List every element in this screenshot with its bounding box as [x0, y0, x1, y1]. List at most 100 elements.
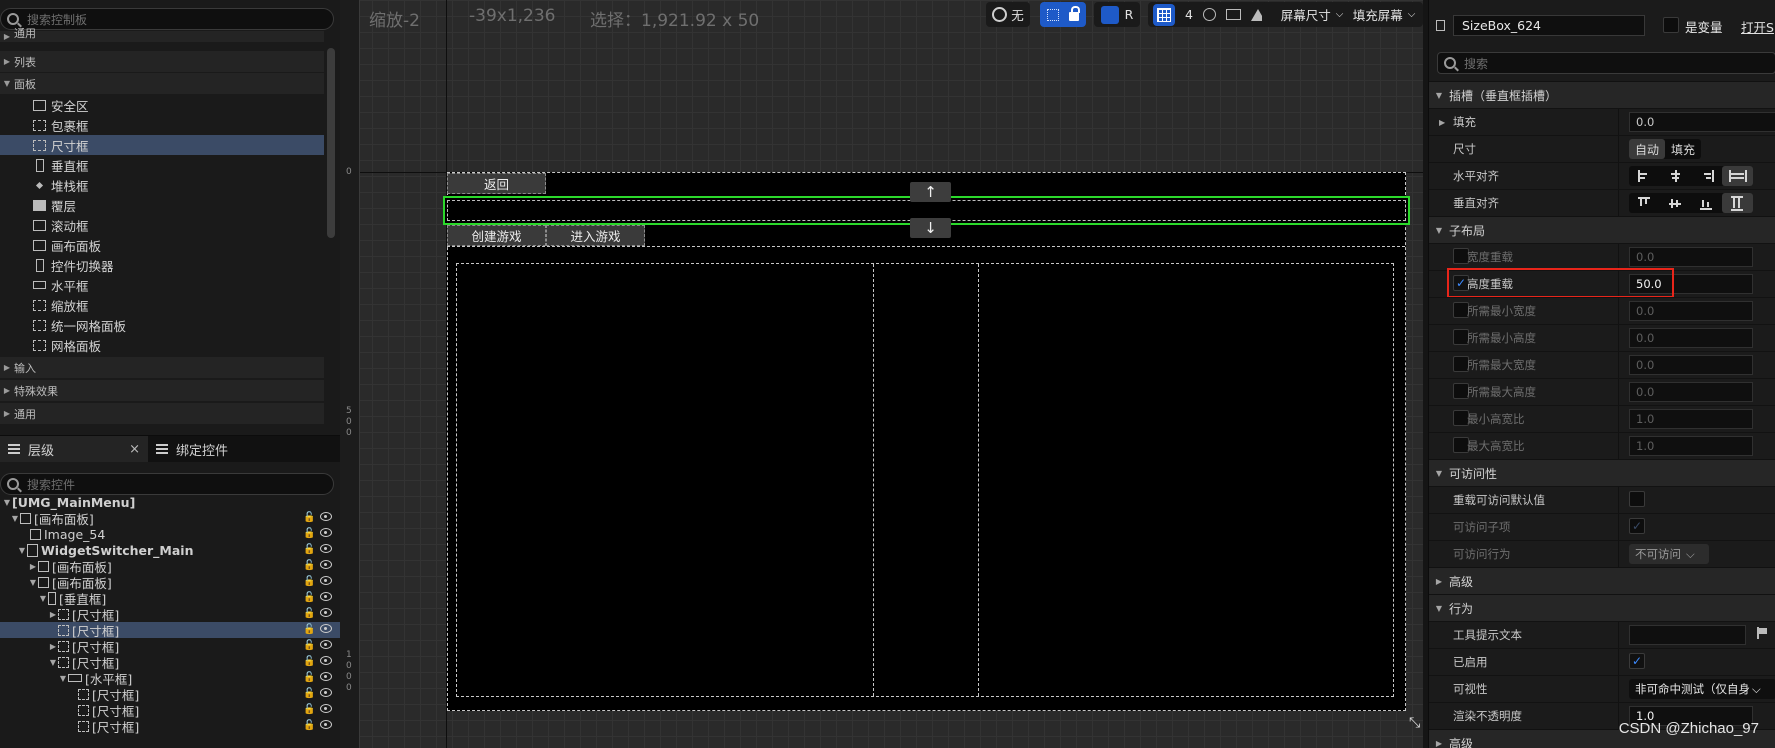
back-button[interactable]: 返回 — [447, 173, 546, 194]
valign-bottom-icon[interactable] — [1691, 193, 1722, 213]
access-children-checkbox[interactable]: ✓ — [1629, 518, 1645, 534]
category-panel[interactable]: ▼ 面板 — [0, 73, 324, 94]
fill-screen-dropdown[interactable]: 填充屏幕 ⌵ — [1345, 2, 1423, 27]
lock-icon[interactable]: 🔓 — [303, 689, 315, 699]
palette-item-scale-box[interactable]: 缩放框 — [0, 295, 324, 315]
tree-row[interactable]: ▼ [画布面板] 🔓 — [0, 574, 340, 591]
section-accessibility[interactable]: ▼ 可访问性 — [1429, 459, 1775, 486]
horizontal-box-frame[interactable] — [456, 263, 1394, 697]
section-child-layout[interactable]: ▼ 子布局 — [1429, 216, 1775, 243]
min-width-field[interactable]: 0.0 — [1629, 301, 1753, 321]
palette-scrollbar[interactable] — [327, 48, 335, 238]
section-slot[interactable]: ▼ 插槽（垂直框插槽） — [1429, 81, 1775, 108]
valign-fill-icon[interactable] — [1722, 193, 1753, 213]
size-fill-button[interactable]: 填充 — [1665, 139, 1701, 159]
lock-icon[interactable]: 🔓 — [303, 625, 315, 635]
override-access-checkbox[interactable] — [1629, 491, 1645, 507]
tree-row[interactable]: ▼ [尺寸框] 🔓 — [0, 654, 340, 671]
eye-icon[interactable] — [320, 672, 332, 681]
flag-icon[interactable] — [1757, 627, 1767, 639]
lock-icon[interactable]: 🔓 — [303, 641, 315, 651]
section-advanced[interactable]: ▶ 高级 — [1429, 567, 1775, 594]
image-icon[interactable] — [1225, 9, 1241, 20]
enabled-checkbox[interactable]: ✓ — [1629, 653, 1645, 669]
create-game-button[interactable]: 创建游戏 — [447, 225, 546, 246]
respect-locks-toggle[interactable]: R — [1094, 2, 1140, 27]
tab-hierarchy[interactable]: 层级 × — [0, 436, 148, 462]
tab-bind-widgets[interactable]: 绑定控件 — [148, 436, 236, 462]
move-up-button[interactable]: ↑ — [910, 182, 951, 202]
padding-value-field[interactable]: 0.0 — [1629, 112, 1775, 132]
eye-icon[interactable] — [320, 512, 332, 521]
close-icon[interactable]: × — [129, 442, 140, 457]
max-aspect-field[interactable]: 1.0 — [1629, 436, 1753, 456]
palette-search-input[interactable]: 搜索控制板 — [0, 8, 334, 30]
width-override-field[interactable]: 0.0 — [1629, 247, 1753, 267]
palette-item-stack-box[interactable]: 堆栈框 — [0, 175, 324, 195]
grid-snap-toggle[interactable] — [1153, 3, 1175, 26]
lock-toggle[interactable] — [1040, 2, 1086, 27]
designer-viewport[interactable]: 0 5 0 0 1 0 0 0 缩放-2 -39x1,236 选择：1,921.… — [340, 0, 1423, 748]
align-fill-icon[interactable] — [1722, 166, 1753, 186]
details-search-input[interactable]: 搜索 — [1437, 52, 1775, 74]
min-height-field[interactable]: 0.0 — [1629, 328, 1753, 348]
grid-count[interactable]: 4 — [1185, 7, 1193, 22]
category-common[interactable]: ▶ 通用 — [0, 403, 324, 424]
eye-icon[interactable] — [320, 528, 332, 537]
lock-icon[interactable]: 🔓 — [303, 657, 315, 667]
tree-row[interactable]: [尺寸框] 🔓 — [0, 718, 340, 735]
lock-icon[interactable]: 🔓 — [303, 577, 315, 587]
palette-item-uniform-grid[interactable]: 统一网格面板 — [0, 315, 324, 335]
eye-icon[interactable] — [320, 576, 332, 585]
valign-center-icon[interactable] — [1660, 193, 1691, 213]
eye-icon[interactable] — [320, 624, 332, 633]
lock-icon[interactable]: 🔓 — [303, 513, 315, 523]
outline-icon[interactable] — [1202, 8, 1216, 21]
category-common-top[interactable]: ▶ 通用 — [0, 27, 324, 42]
tree-row[interactable]: ▼ [垂直框] 🔓 — [0, 590, 340, 607]
expand-arrow-icon[interactable]: ▶ — [1439, 118, 1445, 127]
tree-row[interactable]: Image_54 🔓 — [0, 526, 340, 542]
eye-icon[interactable] — [320, 688, 332, 697]
palette-item-canvas-panel[interactable]: 画布面板 — [0, 235, 324, 255]
visibility-dropdown[interactable]: 非可命中测试（仅自身 ⌵ — [1629, 679, 1775, 699]
eye-icon[interactable] — [320, 640, 332, 649]
palette-item-horizontal-box[interactable]: 水平框 — [0, 275, 324, 295]
section-behavior[interactable]: ▼ 行为 — [1429, 594, 1775, 621]
align-right-icon[interactable] — [1691, 166, 1722, 186]
tree-row-selected[interactable]: [尺寸框] 🔓 — [0, 622, 340, 639]
eye-icon[interactable] — [320, 592, 332, 601]
category-special-effects[interactable]: ▶ 特殊效果 — [0, 380, 324, 401]
tooltip-text-field[interactable] — [1629, 625, 1746, 645]
min-aspect-field[interactable]: 1.0 — [1629, 409, 1753, 429]
max-width-field[interactable]: 0.0 — [1629, 355, 1753, 375]
align-center-icon[interactable] — [1660, 166, 1691, 186]
tree-row[interactable]: ▼ WidgetSwitcher_Main 🔓 — [0, 542, 340, 558]
eye-icon[interactable] — [320, 560, 332, 569]
eye-icon[interactable] — [320, 544, 332, 553]
lock-icon[interactable]: 🔓 — [303, 545, 315, 555]
tree-row[interactable]: ▼ [水平框] 🔓 — [0, 670, 340, 687]
max-height-field[interactable]: 0.0 — [1629, 382, 1753, 402]
lock-icon[interactable]: 🔓 — [303, 529, 315, 539]
lock-icon[interactable]: 🔓 — [303, 593, 315, 603]
eye-icon[interactable] — [320, 720, 332, 729]
palette-item-overlay[interactable]: 覆层 — [0, 195, 324, 215]
move-down-button[interactable]: ↓ — [910, 218, 951, 238]
palette-item-widget-switcher[interactable]: 控件切换器 — [0, 255, 324, 275]
resize-handle-icon[interactable]: ⤡ — [1409, 716, 1423, 730]
lock-icon[interactable]: 🔓 — [303, 673, 315, 683]
lock-icon[interactable]: 🔓 — [303, 721, 315, 731]
tree-row[interactable]: ▶ [尺寸框] 🔓 — [0, 638, 340, 655]
palette-item-vertical-box[interactable]: 垂直框 — [0, 155, 324, 175]
access-behavior-dropdown[interactable]: 不可访问 ⌵ — [1629, 544, 1709, 564]
tree-row[interactable]: [尺寸框] 🔓 — [0, 702, 340, 719]
tree-row[interactable]: ▶ [画布面板] 🔓 — [0, 558, 340, 575]
size-auto-button[interactable]: 自动 — [1629, 139, 1665, 159]
open-link[interactable]: 打开S — [1741, 17, 1774, 36]
palette-item-safe-zone[interactable]: 安全区 — [0, 95, 324, 115]
category-list[interactable]: ▶ 列表 — [0, 51, 324, 72]
palette-item-wrap-box[interactable]: 包裹框 — [0, 115, 324, 135]
align-left-icon[interactable] — [1629, 166, 1660, 186]
hierarchy-search-input[interactable]: 搜索控件 — [0, 473, 334, 495]
